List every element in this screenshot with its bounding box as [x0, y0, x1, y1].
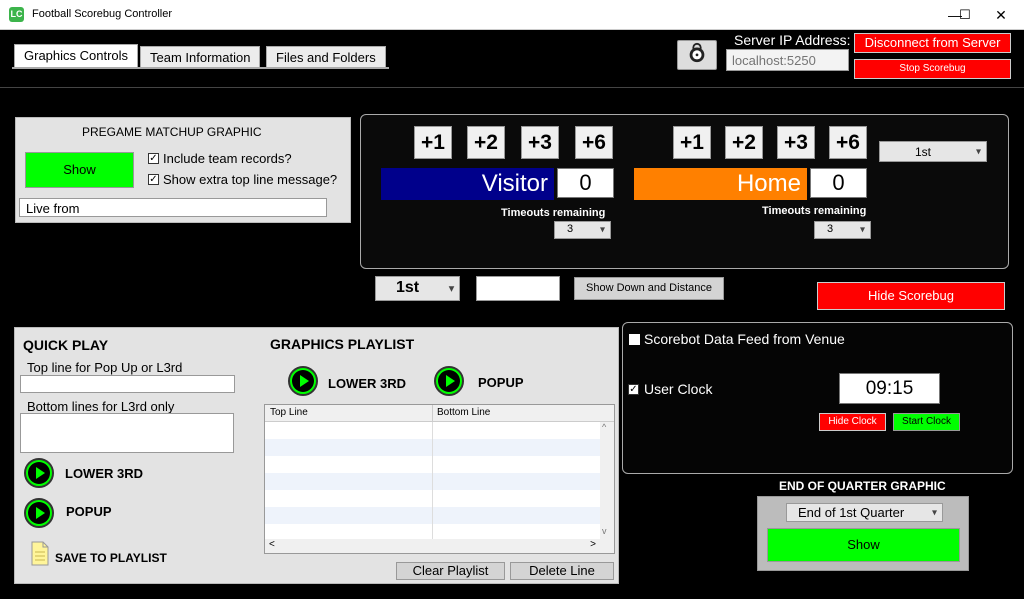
chevron-down-icon: ▾ [448, 283, 454, 294]
quick-lower3rd-label: LOWER 3RD [65, 466, 143, 481]
pregame-title: PREGAME MATCHUP GRAPHIC [82, 125, 262, 139]
play-icon [300, 375, 309, 387]
horizontal-scrollbar[interactable]: < > [265, 539, 614, 553]
grid-column-line [432, 422, 433, 539]
chevron-down-icon: ▾ [975, 146, 981, 157]
scorebot-checkbox[interactable] [629, 334, 640, 345]
playlist-popup-label: POPUP [478, 375, 524, 390]
disconnect-button[interactable]: Disconnect from Server [854, 33, 1011, 53]
scroll-up-icon[interactable]: ^ [602, 422, 606, 432]
quarter-value: 1st [915, 145, 932, 159]
stop-scorebug-button[interactable]: Stop Scorebug [854, 59, 1011, 79]
home-name: Home [634, 168, 807, 200]
down-value: 1st [396, 279, 420, 296]
quarter-select[interactable]: 1st ▾ [879, 141, 987, 162]
down-select[interactable]: 1st ▾ [375, 276, 460, 301]
extra-message-checkbox[interactable]: ✓ [148, 174, 159, 185]
show-down-distance-button[interactable]: Show Down and Distance [574, 277, 724, 300]
close-button[interactable]: ✕ [978, 0, 1024, 30]
include-records-checkbox[interactable]: ✓ [148, 153, 159, 164]
distance-input[interactable] [476, 276, 560, 301]
scroll-left-icon[interactable]: < [269, 539, 275, 550]
playlist-popup-play-button[interactable] [434, 366, 464, 396]
bottom-lines-label: Bottom lines for L3rd only [27, 399, 175, 414]
extra-message-label: Show extra top line message? [163, 172, 338, 187]
hide-scorebug-button[interactable]: Hide Scorebug [817, 282, 1005, 310]
lower3rd-play-button[interactable] [24, 458, 54, 488]
hide-clock-button[interactable]: Hide Clock [819, 413, 886, 431]
home-score[interactable]: 0 [810, 168, 867, 198]
chevron-down-icon: ▾ [599, 224, 605, 236]
grid-header: Top Line Bottom Line [265, 405, 614, 422]
bottom-lines-input[interactable] [20, 413, 234, 453]
playlist-grid[interactable]: Top Line Bottom Line < > [264, 404, 615, 554]
home-timeouts-value: 3 [827, 223, 834, 235]
visitor-name: Visitor [381, 168, 554, 200]
top-line-input[interactable] [20, 375, 235, 393]
eoq-select[interactable]: End of 1st Quarter ▾ [786, 503, 943, 522]
window-title: Football Scorebug Controller [32, 8, 173, 20]
tab-files-and-folders[interactable]: Files and Folders [266, 46, 386, 68]
visitor-plus2-button[interactable]: +2 [467, 126, 505, 159]
tab-team-information[interactable]: Team Information [140, 46, 261, 68]
visitor-timeouts-value: 3 [567, 223, 574, 235]
visitor-timeouts-label: Timeouts remaining [501, 207, 606, 219]
quick-play-title: QUICK PLAY [23, 337, 109, 353]
column-bottom-line[interactable]: Bottom Line [437, 407, 490, 418]
server-ip-label: Server IP Address: [734, 32, 851, 48]
eoq-title: END OF QUARTER GRAPHIC [779, 479, 946, 493]
header-divider [0, 87, 1024, 88]
visitor-plus1-button[interactable]: +1 [414, 126, 452, 159]
chevron-down-icon: ▾ [859, 224, 865, 236]
server-ip-input[interactable] [726, 49, 849, 71]
visitor-plus3-button[interactable]: +3 [521, 126, 559, 159]
scroll-down-icon[interactable]: v [602, 526, 607, 536]
clear-playlist-button[interactable]: Clear Playlist [396, 562, 505, 580]
playlist-lower3rd-label: LOWER 3RD [328, 376, 406, 391]
scroll-right-icon[interactable]: > [590, 539, 596, 550]
include-records-label: Include team records? [163, 151, 292, 166]
play-icon [36, 507, 45, 519]
top-line-label: Top line for Pop Up or L3rd [27, 360, 183, 375]
playlist-lower3rd-play-button[interactable] [288, 366, 318, 396]
pregame-show-button[interactable]: Show [25, 152, 134, 188]
app-icon: LC [9, 7, 24, 22]
user-clock-checkbox[interactable]: ✓ [628, 384, 639, 395]
tab-underline [12, 67, 389, 69]
delete-line-button[interactable]: Delete Line [510, 562, 614, 580]
tab-graphics-controls[interactable]: Graphics Controls [14, 44, 139, 68]
home-plus1-button[interactable]: +1 [673, 126, 711, 159]
lock-button[interactable] [677, 40, 717, 70]
user-clock-label: User Clock [644, 381, 713, 397]
home-plus3-button[interactable]: +3 [777, 126, 815, 159]
lock-icon [686, 42, 708, 69]
popup-play-button[interactable] [24, 498, 54, 528]
home-plus6-button[interactable]: +6 [829, 126, 867, 159]
playlist-title: GRAPHICS PLAYLIST [270, 336, 415, 352]
home-plus2-button[interactable]: +2 [725, 126, 763, 159]
visitor-plus6-button[interactable]: +6 [575, 126, 613, 159]
play-icon [446, 375, 455, 387]
column-top-line[interactable]: Top Line [270, 407, 308, 418]
clock-display[interactable]: 09:15 [839, 373, 940, 404]
column-divider [432, 405, 433, 421]
save-file-icon[interactable] [30, 541, 50, 566]
visitor-timeouts-select[interactable]: 3 ▾ [554, 221, 611, 239]
home-timeouts-label: Timeouts remaining [762, 205, 867, 217]
visitor-score[interactable]: 0 [557, 168, 614, 198]
eoq-show-button[interactable]: Show [767, 528, 960, 562]
scorebot-label: Scorebot Data Feed from Venue [644, 331, 845, 347]
chevron-down-icon: ▾ [931, 507, 937, 518]
grid-body [265, 422, 614, 539]
home-timeouts-select[interactable]: 3 ▾ [814, 221, 871, 239]
eoq-value: End of 1st Quarter [798, 505, 905, 520]
save-to-playlist-label[interactable]: SAVE TO PLAYLIST [55, 551, 167, 565]
start-clock-button[interactable]: Start Clock [893, 413, 960, 431]
quick-popup-label: POPUP [66, 504, 112, 519]
play-icon [36, 467, 45, 479]
pregame-message-input[interactable]: Live from [19, 198, 327, 217]
